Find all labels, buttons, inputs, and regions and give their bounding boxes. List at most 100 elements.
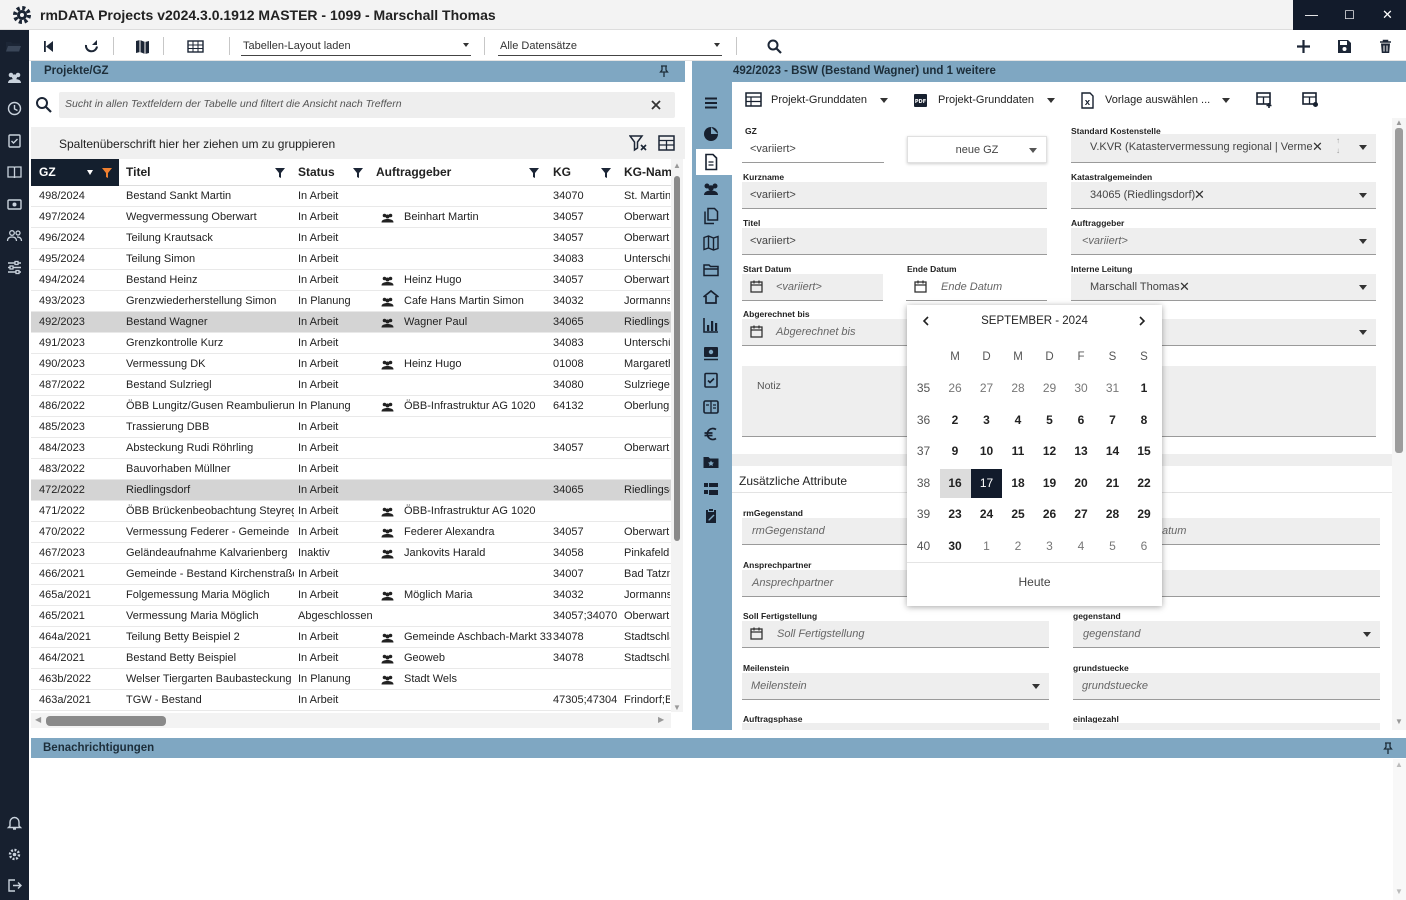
open-folder-icon[interactable] <box>5 38 22 55</box>
calendar-day[interactable]: 1 <box>971 532 1002 561</box>
start-datum-field[interactable]: <variiert> <box>742 274 883 301</box>
tasks-icon[interactable] <box>6 132 23 149</box>
invoice-icon[interactable] <box>702 344 720 362</box>
remove-tag-icon[interactable]: ✕ <box>1179 274 1190 300</box>
folder-section-icon[interactable] <box>702 261 720 279</box>
grunddaten-dropdown-1[interactable]: Projekt-Grunddaten <box>771 94 867 106</box>
calendar-day[interactable]: 1 <box>1129 374 1160 403</box>
calendar-icon[interactable] <box>750 325 763 338</box>
timeline-icon[interactable] <box>702 480 720 498</box>
pin-icon[interactable] <box>658 65 670 77</box>
group-drop-zone[interactable]: Spaltenüberschrift hier her ziehen um zu… <box>31 127 685 159</box>
table-row[interactable]: 493/2023 Grenzwiederherstellung Simon In P… <box>31 291 671 312</box>
column-chooser-icon[interactable] <box>658 135 675 151</box>
neue-gz-button[interactable]: neue GZ <box>907 136 1047 163</box>
filter-icon[interactable] <box>529 168 539 178</box>
scroll-down-arrow-icon[interactable]: ▼ <box>1395 717 1403 726</box>
pie-chart-icon[interactable] <box>702 125 720 143</box>
calendar-icon[interactable] <box>750 280 763 293</box>
filter-icon[interactable] <box>601 168 611 178</box>
column-header-gz[interactable]: GZ <box>31 159 119 186</box>
remove-tag-icon[interactable]: ✕ <box>1312 134 1323 160</box>
calendar-day[interactable]: 16 <box>939 468 971 498</box>
calendar-day[interactable]: 28 <box>1003 374 1034 403</box>
katastral-select[interactable]: 34065 (Riedlingsdorf) ✕ <box>1071 182 1376 209</box>
excel-export-icon[interactable] <box>187 38 204 55</box>
calendar-day[interactable]: 2 <box>940 406 971 435</box>
search-icon[interactable] <box>766 38 783 55</box>
today-button[interactable]: Heute <box>907 575 1162 589</box>
column-header-kgname[interactable]: KG-Name <box>624 159 671 186</box>
table-search-input[interactable]: Sucht in allen Textfeldern der Tabelle u… <box>59 92 675 118</box>
history-icon[interactable] <box>6 100 23 117</box>
calendar-day[interactable]: 27 <box>1066 500 1097 529</box>
form-vertical-scroll-thumb[interactable] <box>1395 128 1403 453</box>
add-icon[interactable] <box>1295 38 1312 55</box>
calendar-day[interactable]: 10 <box>971 437 1002 466</box>
book-icon[interactable] <box>6 164 23 181</box>
calendar-day[interactable]: 30 <box>1066 374 1097 403</box>
scroll-right-arrow-icon[interactable]: ▶ <box>658 715 664 724</box>
grunddaten-dropdown-2[interactable]: Projekt-Grunddaten <box>938 94 1034 106</box>
calendar-day[interactable]: 30 <box>940 532 971 561</box>
table-row[interactable]: 496/2024 Teilung Krautsack In Arbeit 34057 O… <box>31 228 671 249</box>
rmgegenstand-field[interactable]: rmGegenstand <box>742 518 912 545</box>
table-row[interactable]: 494/2024 Bestand Heinz In Arbeit Heinz Hugo… <box>31 270 671 291</box>
table-row[interactable]: 472/2022 Riedlingsdorf In Arbeit 34065 Riedl… <box>31 480 671 501</box>
auftraggeber-select[interactable]: <variiert> <box>1071 228 1376 255</box>
calendar-day[interactable]: 25 <box>1003 500 1034 529</box>
settings-gear-icon[interactable] <box>6 846 23 863</box>
calendar-day[interactable]: 28 <box>1097 500 1128 529</box>
calendar-icon[interactable] <box>750 627 763 640</box>
calendar-day[interactable]: 7 <box>1097 406 1128 435</box>
column-header-kg[interactable]: KG <box>553 159 593 186</box>
abgerechnet-field[interactable]: Abgerechnet bis <box>742 319 912 346</box>
bar-chart-icon[interactable] <box>702 316 720 334</box>
scroll-up-arrow-icon[interactable]: ▲ <box>1395 760 1403 769</box>
column-header-status[interactable]: Status <box>298 159 358 186</box>
calendar-day[interactable]: 9 <box>940 437 971 466</box>
table-row[interactable]: 466/2021 Gemeinde - Bestand Kirchenstraße… <box>31 564 671 585</box>
document-icon[interactable] <box>702 153 720 171</box>
chevron-down-icon[interactable] <box>880 98 888 103</box>
titel-field[interactable]: <variiert> <box>742 228 1047 255</box>
scroll-down-arrow-icon[interactable]: ▼ <box>1395 887 1403 896</box>
map-icon[interactable] <box>134 38 151 55</box>
close-button[interactable]: ✕ <box>1369 0 1406 30</box>
calendar-day[interactable]: 5 <box>1097 532 1128 561</box>
contacts-icon[interactable] <box>702 180 720 198</box>
previous-month-icon[interactable] <box>921 316 931 326</box>
kostenstelle-select[interactable]: V.KVR (Katastervermessung regional | Ver… <box>1071 134 1376 163</box>
scroll-up-arrow-icon[interactable]: ▲ <box>673 161 681 170</box>
calendar-day[interactable]: 29 <box>1034 374 1065 403</box>
gegenstand-select[interactable]: gegenstand <box>1073 621 1380 648</box>
ansprechpartner-field[interactable]: Ansprechpartner <box>742 570 912 597</box>
calendar-day[interactable]: 24 <box>971 500 1002 529</box>
grundstuecke-field[interactable]: grundstuecke <box>1073 673 1380 700</box>
table-horizontal-scroll-thumb[interactable] <box>46 716 166 726</box>
calendar-day[interactable]: 6 <box>1066 406 1097 435</box>
pin-icon[interactable] <box>1382 742 1394 754</box>
calendar-day[interactable]: 27 <box>971 374 1002 403</box>
clear-search-icon[interactable] <box>651 100 661 110</box>
calendar-day[interactable]: 3 <box>971 406 1002 435</box>
delete-icon[interactable] <box>1377 38 1394 55</box>
column-header-auftraggeber[interactable]: Auftraggeber <box>376 159 496 186</box>
scroll-left-arrow-icon[interactable]: ◀ <box>35 715 41 724</box>
table-row[interactable]: 498/2024 Bestand Sankt Martin In Arbeit 340… <box>31 186 671 207</box>
calendar-day[interactable]: 22 <box>1129 469 1160 498</box>
money-icon[interactable] <box>6 196 23 213</box>
calendar-day[interactable]: 4 <box>1066 532 1097 561</box>
table-row[interactable]: 464/2021 Bestand Betty Beispiel In Arbeit G… <box>31 648 671 669</box>
calendar-icon[interactable] <box>914 280 927 293</box>
table-row[interactable]: 485/2023 Trassierung DBB In Arbeit <box>31 417 671 438</box>
table-settings-icon[interactable] <box>1302 92 1319 108</box>
chevron-down-icon[interactable] <box>1222 98 1230 103</box>
filter-icon[interactable] <box>275 168 285 178</box>
filter-icon[interactable] <box>353 168 363 178</box>
maximize-button[interactable]: ☐ <box>1331 0 1368 30</box>
table-vertical-scroll-thumb[interactable] <box>674 176 680 541</box>
dataset-select[interactable]: Alle Datensätze <box>498 38 722 56</box>
customers-icon[interactable] <box>6 69 23 86</box>
ledger-icon[interactable] <box>702 398 720 416</box>
